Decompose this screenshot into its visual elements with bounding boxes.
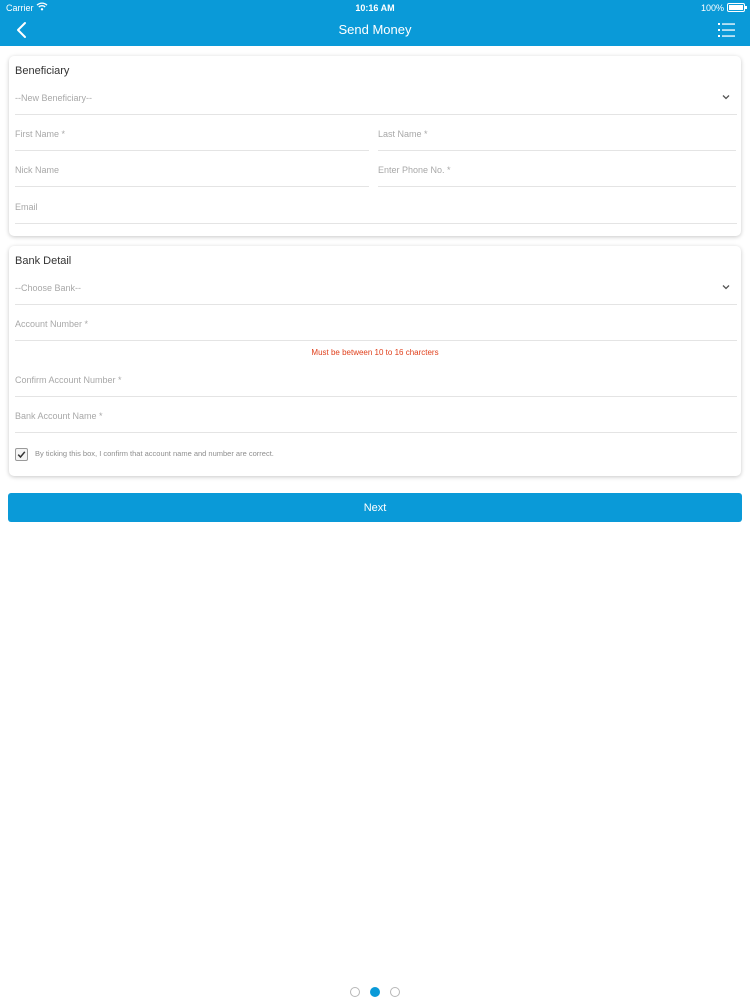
chevron-down-icon	[722, 285, 730, 290]
battery-percent: 100%	[700, 3, 724, 13]
beneficiary-title: Beneficiary	[15, 65, 70, 77]
menu-button[interactable]	[718, 21, 736, 39]
status-time: 10:16 AM	[355, 3, 395, 13]
next-button[interactable]: Next	[8, 493, 742, 522]
last-name-field[interactable]: Last Name *	[378, 120, 736, 151]
page-indicator	[0, 983, 750, 997]
list-menu-icon	[718, 23, 735, 37]
bank-detail-title: Bank Detail	[15, 255, 72, 267]
last-name-placeholder: Last Name *	[378, 129, 428, 139]
battery-icon	[727, 3, 747, 12]
page-dot-2[interactable]	[370, 986, 380, 997]
chevron-down-icon	[722, 95, 730, 100]
status-bar: Carrier 10:16 AM 100%	[0, 0, 750, 16]
first-name-field[interactable]: First Name *	[15, 120, 369, 151]
confirm-checkbox[interactable]	[15, 448, 28, 461]
bank-detail-card: Bank Detail --Choose Bank-- Account Numb…	[9, 246, 741, 476]
page-dot-1[interactable]	[349, 986, 360, 997]
first-name-placeholder: First Name *	[15, 129, 66, 139]
email-placeholder: Email	[15, 202, 38, 212]
bank-select[interactable]: --Choose Bank--	[15, 274, 737, 305]
confirm-checkbox-label: By ticking this box, I confirm that acco…	[35, 449, 274, 458]
account-number-field[interactable]: Account Number *	[15, 310, 737, 341]
account-number-error: Must be between 10 to 16 charcters	[311, 348, 439, 357]
bank-account-name-field[interactable]: Bank Account Name *	[15, 402, 737, 433]
nick-name-placeholder: Nick Name	[15, 165, 60, 175]
page-title: Send Money	[338, 22, 412, 37]
email-field[interactable]: Email	[15, 193, 737, 224]
page-dot-3[interactable]	[390, 986, 401, 997]
phone-field[interactable]: Enter Phone No. *	[378, 156, 736, 187]
confirm-account-number-field[interactable]: Confirm Account Number *	[15, 366, 737, 397]
bank-account-name-placeholder: Bank Account Name *	[15, 411, 103, 421]
phone-placeholder: Enter Phone No. *	[378, 165, 451, 175]
beneficiary-select-value: --New Beneficiary--	[15, 93, 93, 103]
nick-name-field[interactable]: Nick Name	[15, 156, 369, 187]
top-bar: Carrier 10:16 AM 100% Send Money	[0, 0, 750, 46]
beneficiary-select[interactable]: --New Beneficiary--	[15, 84, 737, 115]
account-number-placeholder: Account Number *	[15, 319, 89, 329]
confirm-account-number-placeholder: Confirm Account Number *	[15, 375, 122, 385]
checkmark-icon	[17, 451, 26, 459]
bank-select-value: --Choose Bank--	[15, 283, 82, 293]
beneficiary-card: Beneficiary --New Beneficiary-- First Na…	[9, 56, 741, 236]
